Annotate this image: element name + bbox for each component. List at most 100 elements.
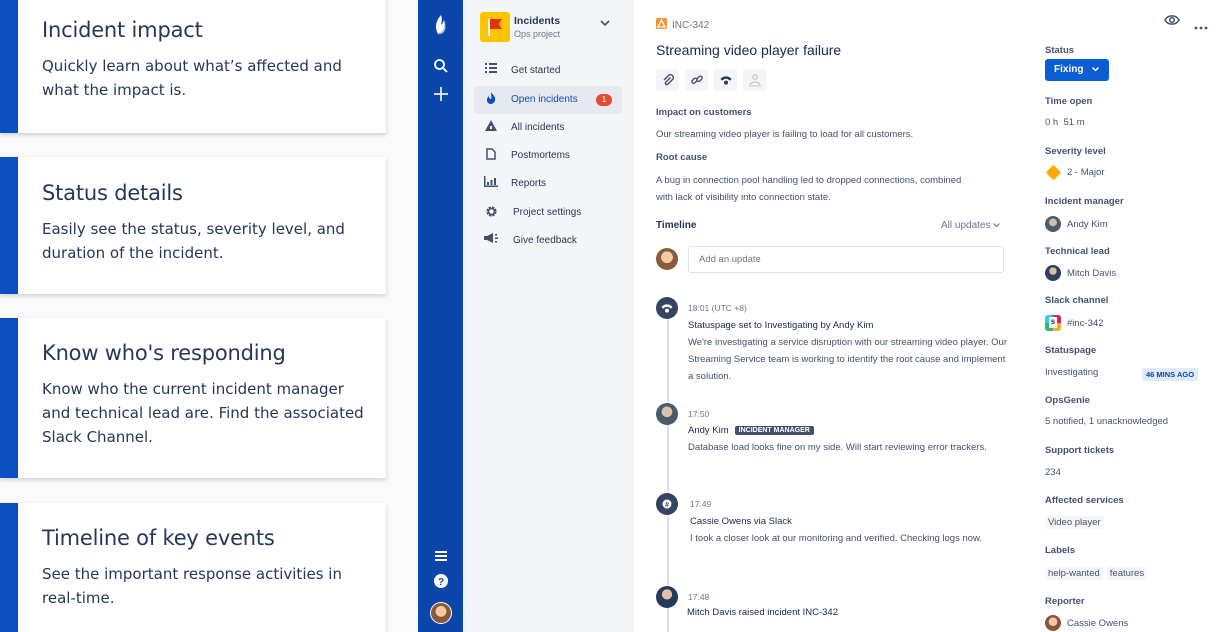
label-tag[interactable]: help-wanted (1045, 567, 1103, 580)
sidebar-item-get-started[interactable]: Get started (474, 57, 622, 85)
timeline-event-title: Cassie Owens via Slack (690, 516, 792, 527)
andy-kim-avatar (1045, 216, 1061, 232)
feature-card-status-details: Status details Easily see the status, se… (0, 157, 386, 294)
svg-text:?: ? (437, 577, 443, 588)
project-name[interactable]: Incidents (514, 15, 560, 27)
status-dropdown-button[interactable]: Fixing (1045, 59, 1109, 81)
user-avatar[interactable] (418, 602, 463, 624)
card-description: Know who the current incident manager an… (42, 380, 364, 446)
reporter-value[interactable]: Cassie Owens (1045, 615, 1128, 631)
root-cause-text[interactable]: A bug in connection pool handling led to… (656, 172, 966, 206)
impact-text[interactable]: Our streaming video player is failing to… (656, 126, 986, 143)
technical-lead-value[interactable]: Mitch Davis (1045, 265, 1116, 281)
global-navigation: ? (418, 0, 463, 632)
chevron-down-icon (1092, 64, 1100, 75)
severity-label: Severity level (1045, 146, 1106, 157)
project-logo (480, 12, 510, 42)
card-accent-bar (0, 0, 18, 133)
sidebar-item-label: Postmortems (511, 150, 570, 161)
megaphone-icon (483, 233, 499, 249)
card-title: Timeline of key events (42, 526, 275, 550)
feature-cards-panel: Incident impact Quickly learn about what… (0, 0, 418, 632)
timeline-filter-dropdown[interactable]: All updates (941, 220, 1001, 231)
timeline-event-author: Andy Kim INCIDENT MANAGER (688, 425, 814, 436)
incident-manager-value[interactable]: Andy Kim (1045, 216, 1108, 232)
sidebar-item-give-feedback[interactable]: Give feedback (474, 227, 622, 255)
attachment-icon[interactable] (656, 69, 679, 91)
support-tickets-value[interactable]: 234 (1045, 467, 1061, 478)
incident-type-icon (656, 18, 667, 29)
menu-icon[interactable] (418, 548, 463, 566)
sidebar-item-reports[interactable]: Reports (474, 170, 622, 198)
slack-channel-label: Slack channel (1045, 295, 1109, 306)
create-icon[interactable] (418, 86, 463, 107)
reporter-label: Reporter (1045, 596, 1085, 607)
timeline-event-body: Database load looks fine on my side. Wil… (688, 442, 987, 453)
chevron-down-icon[interactable] (600, 18, 610, 30)
label-tag[interactable]: features (1106, 567, 1148, 580)
current-user-avatar (656, 248, 678, 270)
opsgenie-label: OpsGenie (1045, 395, 1090, 406)
card-title: Incident impact (42, 18, 203, 42)
bar-chart-icon (483, 176, 499, 192)
timeline-event-time: 17:50 (688, 409, 710, 419)
timeline-event-time: 18:01 (UTC +8) (688, 303, 747, 313)
status-value: Fixing (1054, 64, 1084, 75)
issue-title[interactable]: Streaming video player failure (656, 42, 841, 58)
incident-main-content: INC-342 Streaming video player failure I… (634, 0, 1034, 632)
project-subtitle: Ops project (514, 29, 561, 39)
statuspage-value[interactable]: Investigating (1045, 367, 1098, 378)
opsgenie-value[interactable]: 5 notified, 1 unacknowledged (1045, 416, 1168, 427)
timeline-filter-label: All updates (941, 220, 991, 231)
severity-text: 2 - Major (1067, 167, 1105, 178)
root-cause-heading: Root cause (656, 152, 708, 163)
affected-service-tag[interactable]: Video player (1045, 516, 1104, 529)
help-icon[interactable]: ? (418, 574, 463, 593)
labels-value: help-wanted features (1045, 567, 1151, 580)
status-label: Status (1045, 45, 1075, 56)
slack-channel-value[interactable]: #inc-342 (1045, 315, 1103, 331)
search-icon[interactable] (418, 58, 463, 79)
add-update-input[interactable] (688, 246, 1004, 273)
open-incidents-count-badge: 1 (596, 94, 612, 106)
incident-manager-label: Incident manager (1045, 196, 1124, 207)
reporter-name: Cassie Owens (1067, 617, 1129, 629)
responder-icon[interactable] (743, 69, 766, 91)
link-icon[interactable] (685, 69, 708, 91)
warning-triangle-icon (483, 120, 499, 136)
card-description: Quickly learn about what’s affected and … (42, 57, 342, 99)
slack-channel-name: #inc-342 (1067, 317, 1104, 329)
sidebar-item-all-incidents[interactable]: All incidents (474, 114, 622, 142)
severity-major-icon (1045, 164, 1062, 181)
feature-card-timeline: Timeline of key events See the important… (0, 503, 386, 632)
andy-kim-avatar (656, 403, 678, 425)
sidebar-item-postmortems[interactable]: Postmortems (474, 142, 622, 170)
card-title: Status details (42, 181, 183, 205)
card-description: Easily see the status, severity level, a… (42, 220, 345, 262)
card-description: See the important response activities in… (42, 565, 342, 607)
svg-text:#: # (665, 502, 669, 509)
issue-key[interactable]: INC-342 (656, 18, 709, 31)
mitch-davis-avatar (656, 586, 678, 608)
labels-label: Labels (1045, 545, 1076, 556)
statuspage-label: Statuspage (1045, 345, 1097, 356)
incident-details-panel: Status Fixing Time open 0 h 51 m Severit… (1034, 0, 1228, 632)
sidebar-item-project-settings[interactable]: Project settings (474, 199, 622, 227)
timeline-event-body: We're investigating a service disruption… (688, 337, 1007, 382)
gear-icon (483, 205, 499, 221)
watch-eye-icon[interactable] (1164, 14, 1180, 29)
sidebar-item-label: All incidents (511, 122, 565, 133)
sidebar-item-label: Get started (511, 65, 561, 76)
sidebar-item-open-incidents[interactable]: Open incidents 1 (474, 86, 622, 114)
timeline-event-title: Mitch Davis raised incident INC-342 (687, 607, 839, 618)
affected-services-value[interactable]: Video player (1045, 516, 1108, 529)
role-lozenge: INCIDENT MANAGER (734, 426, 814, 435)
issue-toolbar (656, 69, 766, 91)
timeline-line (667, 318, 669, 632)
severity-value[interactable]: 2 - Major (1045, 164, 1105, 181)
cassie-owens-avatar (1045, 615, 1061, 631)
statuspage-icon[interactable] (714, 69, 737, 91)
app-logo-icon[interactable] (418, 14, 463, 41)
time-open-value: 0 h 51 m (1045, 117, 1085, 128)
more-options-icon[interactable] (1194, 18, 1208, 33)
